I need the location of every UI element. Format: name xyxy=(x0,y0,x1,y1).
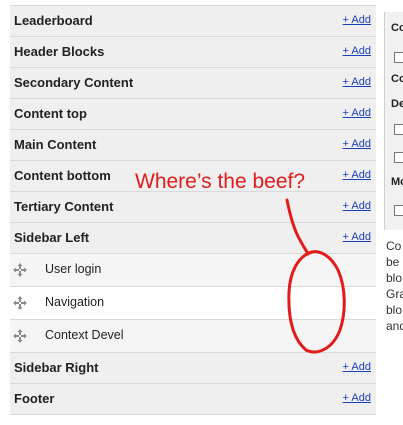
region-leaderboard: Leaderboard + Add xyxy=(10,5,376,37)
panel-heading: Co xyxy=(391,22,403,34)
region-secondary-content: Secondary Content + Add xyxy=(10,68,376,99)
region-header-blocks: Header Blocks + Add xyxy=(10,37,376,68)
annotation-text: Where’s the beef? xyxy=(135,170,306,193)
region-title: Header Blocks xyxy=(14,44,105,59)
add-block-link[interactable]: + Add xyxy=(343,361,371,373)
block-browser-help-text: Co be blo Gra blo and xyxy=(386,238,403,334)
add-block-link[interactable]: + Add xyxy=(343,392,371,404)
add-block-link[interactable]: + Add xyxy=(343,76,371,88)
block-label: Navigation xyxy=(45,295,105,309)
block-browser-panel: Co Co De Mo xyxy=(384,12,403,230)
region-title: Tertiary Content xyxy=(14,199,114,214)
region-title: Content top xyxy=(14,106,87,121)
block-checkbox[interactable] xyxy=(394,205,403,216)
move-arrows-icon[interactable] xyxy=(13,296,27,310)
help-line: be xyxy=(386,255,400,269)
region-title: Content bottom xyxy=(14,168,111,183)
block-label: User login xyxy=(45,262,102,276)
block-checkbox[interactable] xyxy=(394,152,403,163)
move-arrows-icon[interactable] xyxy=(13,329,27,343)
region-footer: Footer + Add xyxy=(10,384,376,415)
region-sidebar-right: Sidebar Right + Add xyxy=(10,353,376,384)
region-title: Leaderboard xyxy=(14,13,93,28)
add-block-link[interactable]: + Add xyxy=(343,107,371,119)
panel-heading: De xyxy=(391,98,403,110)
region-title: Footer xyxy=(14,391,55,406)
region-title: Sidebar Left xyxy=(14,230,90,245)
add-block-link[interactable]: + Add xyxy=(343,138,371,150)
help-line: Gra xyxy=(386,287,403,301)
block-checkbox[interactable] xyxy=(394,124,403,135)
block-checkbox[interactable] xyxy=(394,52,403,63)
regions-list: Leaderboard + Add Header Blocks + Add Se… xyxy=(10,5,376,415)
add-block-link[interactable]: + Add xyxy=(343,231,371,243)
block-row-context-devel[interactable]: Context Devel xyxy=(10,320,376,353)
panel-heading: Mo xyxy=(391,176,403,188)
help-line: Co xyxy=(386,239,402,253)
add-block-link[interactable]: + Add xyxy=(343,14,371,26)
add-block-link[interactable]: + Add xyxy=(343,169,371,181)
block-label: Context Devel xyxy=(45,328,124,342)
block-row-navigation[interactable]: Navigation xyxy=(10,287,376,320)
region-title: Sidebar Right xyxy=(14,360,99,375)
block-row-user-login[interactable]: User login xyxy=(10,254,376,287)
region-title: Main Content xyxy=(14,137,97,152)
region-main-content: Main Content + Add xyxy=(10,130,376,161)
move-arrows-icon[interactable] xyxy=(13,263,27,277)
region-title: Secondary Content xyxy=(14,75,134,90)
context-layout-editor: Leaderboard + Add Header Blocks + Add Se… xyxy=(0,0,403,425)
region-sidebar-left: Sidebar Left + Add xyxy=(10,223,376,254)
help-line: blo xyxy=(386,271,403,285)
add-block-link[interactable]: + Add xyxy=(343,45,371,57)
help-line: blo xyxy=(386,303,403,317)
help-line: and xyxy=(386,319,403,333)
region-tertiary-content: Tertiary Content + Add xyxy=(10,192,376,223)
add-block-link[interactable]: + Add xyxy=(343,200,371,212)
region-content-top: Content top + Add xyxy=(10,99,376,130)
panel-heading: Co xyxy=(391,73,403,85)
